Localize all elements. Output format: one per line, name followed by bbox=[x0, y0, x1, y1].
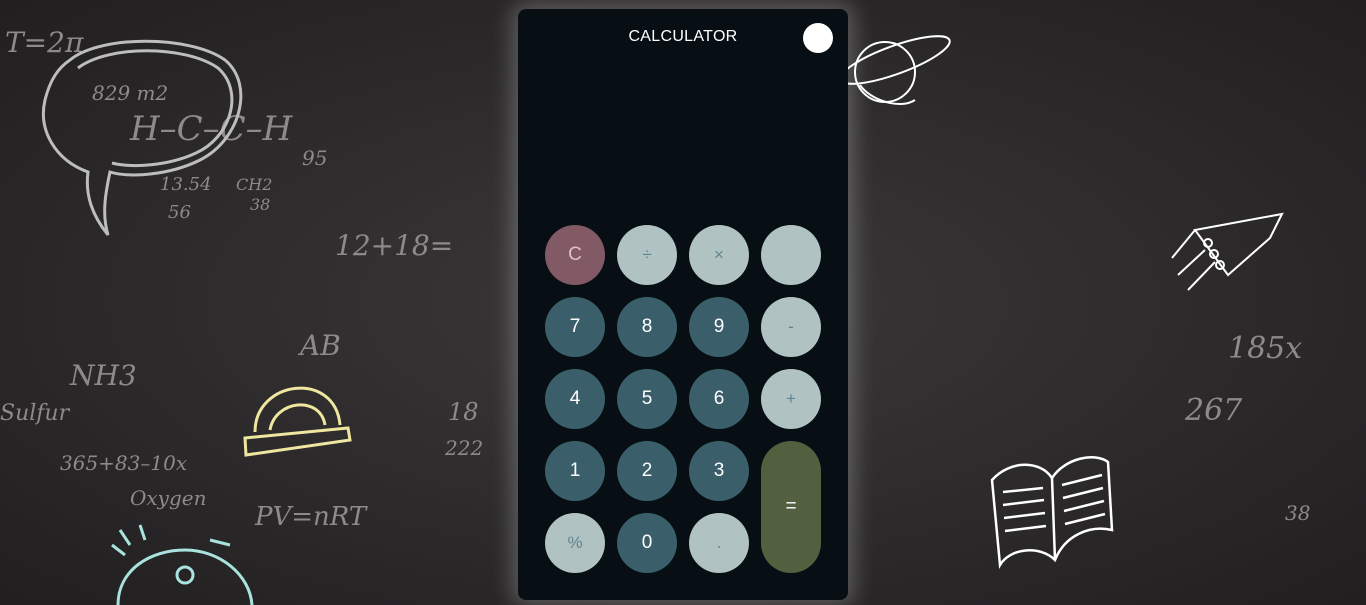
chalk-text-item: Oxygen bbox=[130, 486, 207, 510]
chalk-text-item: 38 bbox=[1285, 501, 1310, 525]
chalk-text-item: AB bbox=[297, 329, 341, 362]
chalk-text-item: 185x bbox=[1228, 331, 1302, 366]
chalk-text-item: Sulfur bbox=[0, 401, 71, 426]
digit-6-button[interactable]: 6 bbox=[689, 369, 749, 429]
calculator-title: CALCULATOR bbox=[628, 28, 738, 45]
digit-4-button[interactable]: 4 bbox=[545, 369, 605, 429]
minus-button[interactable]: - bbox=[761, 297, 821, 357]
decimal-button[interactable]: . bbox=[689, 513, 749, 573]
digit-2-button[interactable]: 2 bbox=[617, 441, 677, 501]
chalk-text-item: 829 m2 bbox=[92, 81, 168, 105]
digit-3-button[interactable]: 3 bbox=[689, 441, 749, 501]
clear-button[interactable]: C bbox=[545, 225, 605, 285]
digit-0-button[interactable]: 0 bbox=[617, 513, 677, 573]
chalk-text-item: NH3 bbox=[69, 359, 137, 392]
chalk-text-item: 12+18= bbox=[335, 229, 453, 262]
blank-operator-button[interactable] bbox=[761, 225, 821, 285]
divide-button[interactable]: ÷ bbox=[617, 225, 677, 285]
chalk-text-item: CH2 bbox=[236, 175, 272, 194]
digit-9-button[interactable]: 9 bbox=[689, 297, 749, 357]
equals-button[interactable]: = bbox=[761, 441, 821, 573]
chalk-text-item: 38 bbox=[250, 195, 270, 214]
digit-7-button[interactable]: 7 bbox=[545, 297, 605, 357]
chalk-text-item: 18 bbox=[448, 398, 479, 426]
chalk-text-item: PV=nRT bbox=[254, 502, 368, 532]
chalk-text-item: T=2π bbox=[5, 26, 84, 59]
keypad: C ÷ × 7 8 9 - 4 5 6 + 1 2 3 = % 0 . bbox=[545, 225, 821, 573]
percent-button[interactable]: % bbox=[545, 513, 605, 573]
result-display bbox=[538, 69, 828, 219]
chalk-text-item: 13.54 bbox=[160, 174, 212, 195]
theme-toggle-button[interactable] bbox=[803, 23, 833, 53]
chalk-text-item: 56 bbox=[168, 202, 191, 223]
chalk-text-item: 222 bbox=[444, 436, 483, 460]
digit-8-button[interactable]: 8 bbox=[617, 297, 677, 357]
digit-1-button[interactable]: 1 bbox=[545, 441, 605, 501]
digit-5-button[interactable]: 5 bbox=[617, 369, 677, 429]
multiply-button[interactable]: × bbox=[689, 225, 749, 285]
plus-button[interactable]: + bbox=[761, 369, 821, 429]
chalk-text-item: 267 bbox=[1184, 393, 1243, 428]
chalk-text-item: 95 bbox=[302, 146, 327, 170]
calculator-panel: CALCULATOR C ÷ × 7 8 9 - 4 5 6 + 1 2 3 =… bbox=[518, 9, 848, 600]
chalk-text-item: 365+83–10x bbox=[60, 451, 187, 475]
